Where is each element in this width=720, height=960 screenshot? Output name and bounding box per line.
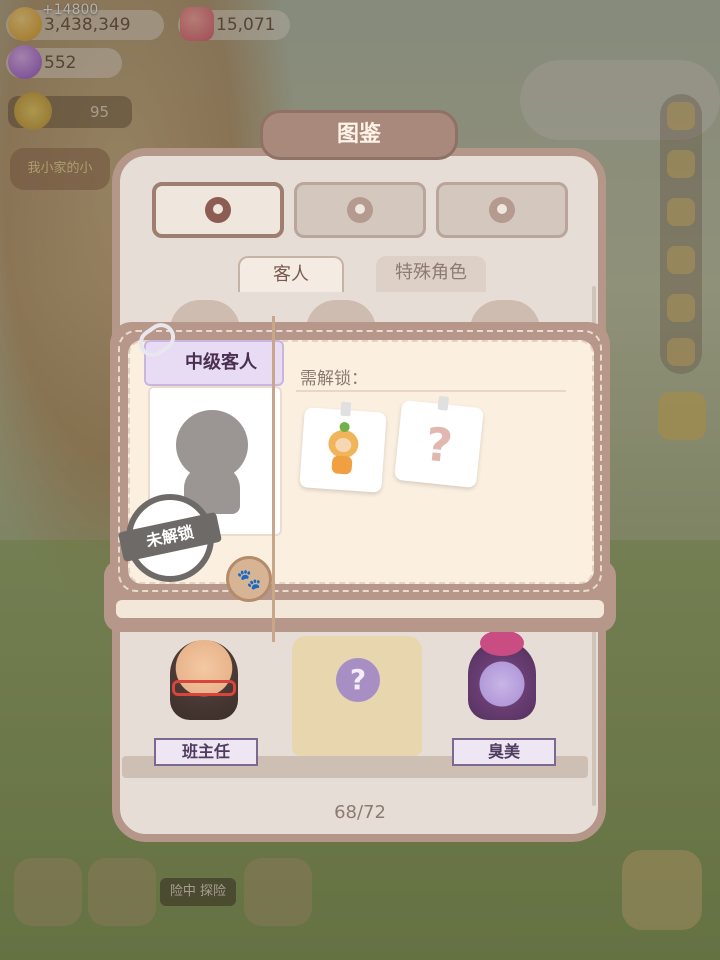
paw-icon[interactable]: 🐾: [226, 556, 272, 602]
tab-badges-category[interactable]: [436, 182, 568, 238]
character-name-plate: 班主任: [154, 738, 258, 766]
card-paper-edge: [116, 600, 604, 618]
question-icon: ?: [422, 416, 455, 474]
unknown-requirement-card[interactable]: ?: [394, 395, 484, 489]
question-icon: ?: [336, 658, 380, 702]
character-teacher[interactable]: [154, 636, 254, 748]
tab-special-characters[interactable]: 特殊角色: [376, 256, 486, 292]
pin-icon: [437, 395, 449, 411]
tab-customers[interactable]: 客人: [238, 256, 344, 292]
unlock-requirement-label: 需解锁：: [300, 369, 368, 389]
collection-counter: 68/72: [334, 802, 386, 823]
tie-string: [272, 316, 275, 642]
building-icon: [347, 197, 373, 223]
bear-costume-character: [326, 421, 360, 475]
pin-icon: [340, 401, 352, 417]
badge-icon: [489, 197, 515, 223]
panel-title: 图鉴: [260, 110, 458, 160]
person-icon: [205, 197, 231, 223]
tab-customers-category[interactable]: [152, 182, 284, 238]
tab-buildings-category[interactable]: [294, 182, 426, 238]
divider: [296, 390, 566, 392]
character-smelly-beauty[interactable]: [452, 630, 552, 748]
bear-body: [331, 455, 353, 475]
required-character-card[interactable]: [299, 401, 387, 493]
glasses-icon: [172, 680, 236, 696]
character-name-plate: 臭美: [452, 738, 556, 766]
hair-bun: [480, 630, 524, 656]
